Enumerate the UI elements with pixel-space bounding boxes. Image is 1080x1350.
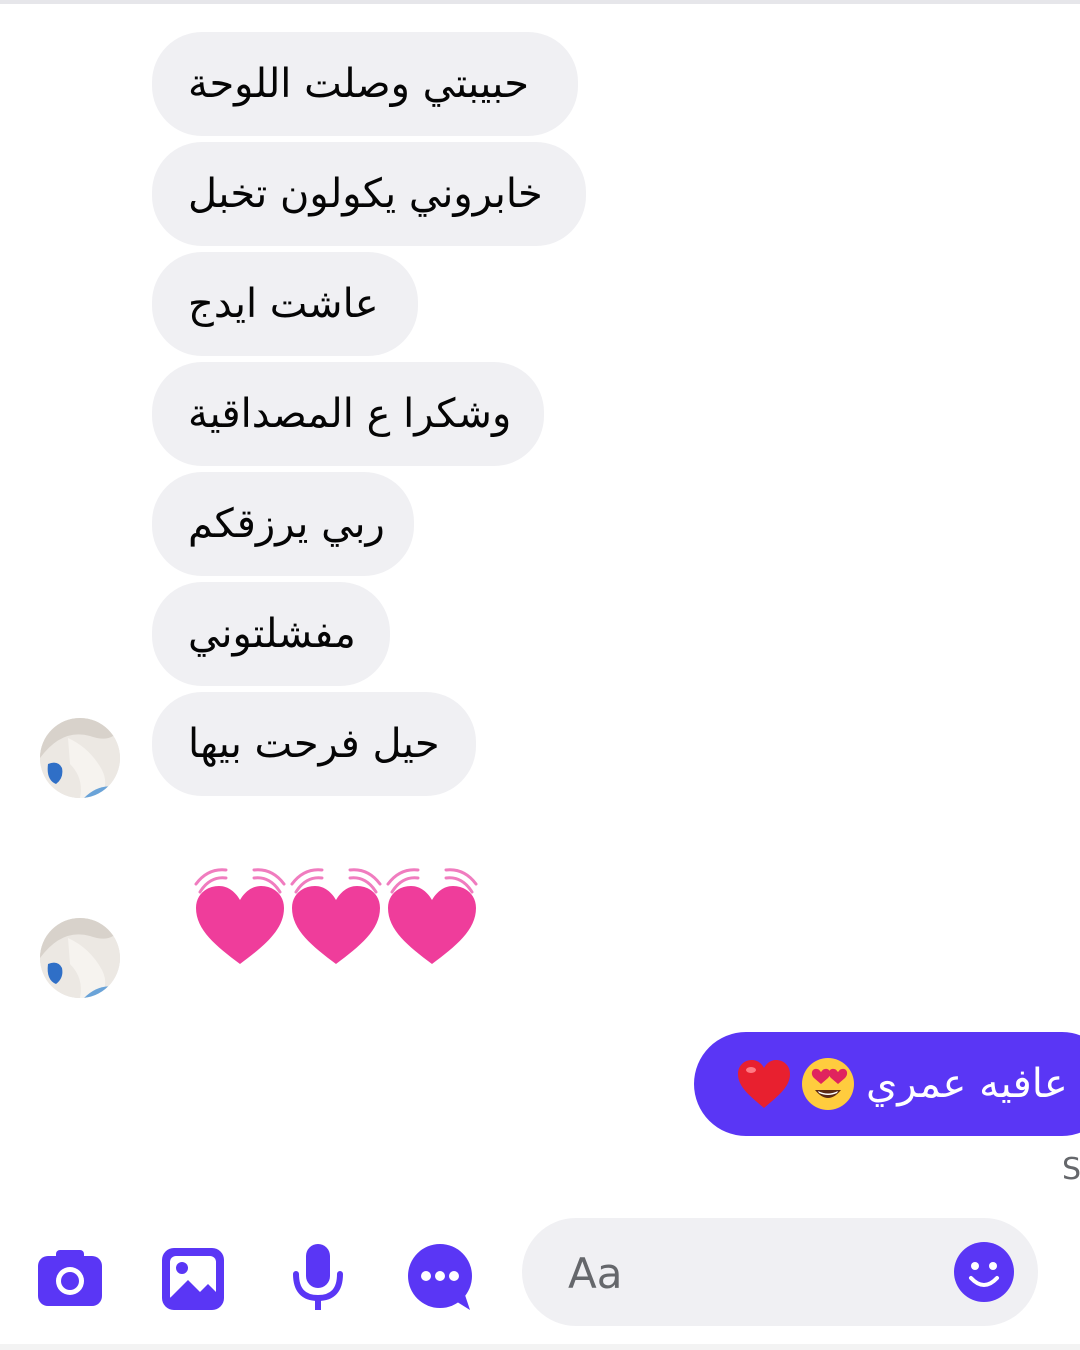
heart-eyes-emoji-icon xyxy=(800,1056,856,1112)
more-options-button[interactable] xyxy=(404,1242,476,1314)
emoji-button[interactable] xyxy=(952,1240,1016,1304)
bottom-divider xyxy=(0,1344,1080,1350)
message-text: خابروني يكولون تخبل xyxy=(188,171,543,217)
message-text: عاشت ايدج xyxy=(188,281,379,327)
message-bubble-4[interactable]: وشكرا ع المصداقية xyxy=(152,362,544,466)
beating-heart-icon xyxy=(386,868,478,964)
message-bubble-7[interactable]: حيل فرحت بيها xyxy=(152,692,476,796)
contact-avatar[interactable] xyxy=(40,918,120,998)
more-icon xyxy=(408,1244,472,1310)
beating-heart-icon xyxy=(290,868,382,964)
message-bubble-2[interactable]: خابروني يكولون تخبل xyxy=(152,142,586,246)
seen-status-text: S xyxy=(1062,1152,1080,1187)
beating-hearts-emoji-message[interactable] xyxy=(186,866,486,976)
camera-button[interactable] xyxy=(34,1242,106,1314)
message-input-container[interactable] xyxy=(522,1218,1038,1326)
red-heart-emoji-icon xyxy=(736,1056,792,1112)
message-text: وشكرا ع المصداقية xyxy=(188,391,512,437)
voice-message-button[interactable] xyxy=(282,1242,354,1314)
message-bubble-5[interactable]: ربي يرزقكم xyxy=(152,472,414,576)
top-divider xyxy=(0,0,1080,4)
message-text: ربي يرزقكم xyxy=(188,501,385,547)
message-text: حيل فرحت بيها xyxy=(188,721,440,767)
message-bubble-6[interactable]: مفشلتوني xyxy=(152,582,390,686)
contact-avatar[interactable] xyxy=(40,718,120,798)
message-text: ل عافيه عمري xyxy=(866,1061,1080,1107)
message-text: حبيبتي وصلت اللوحة xyxy=(188,61,529,107)
beating-heart-icon xyxy=(194,868,286,964)
emoji-icon xyxy=(954,1242,1014,1302)
image-icon xyxy=(162,1248,224,1310)
camera-icon xyxy=(38,1250,102,1306)
message-text: مفشلتوني xyxy=(188,611,356,657)
message-bubble-1[interactable]: حبيبتي وصلت اللوحة xyxy=(152,32,578,136)
microphone-icon xyxy=(293,1244,343,1310)
message-bubble-3[interactable]: عاشت ايدج xyxy=(152,252,418,356)
outgoing-message-bubble[interactable]: ل عافيه عمري xyxy=(694,1032,1080,1136)
message-input[interactable] xyxy=(566,1242,930,1304)
gallery-button[interactable] xyxy=(158,1242,230,1314)
